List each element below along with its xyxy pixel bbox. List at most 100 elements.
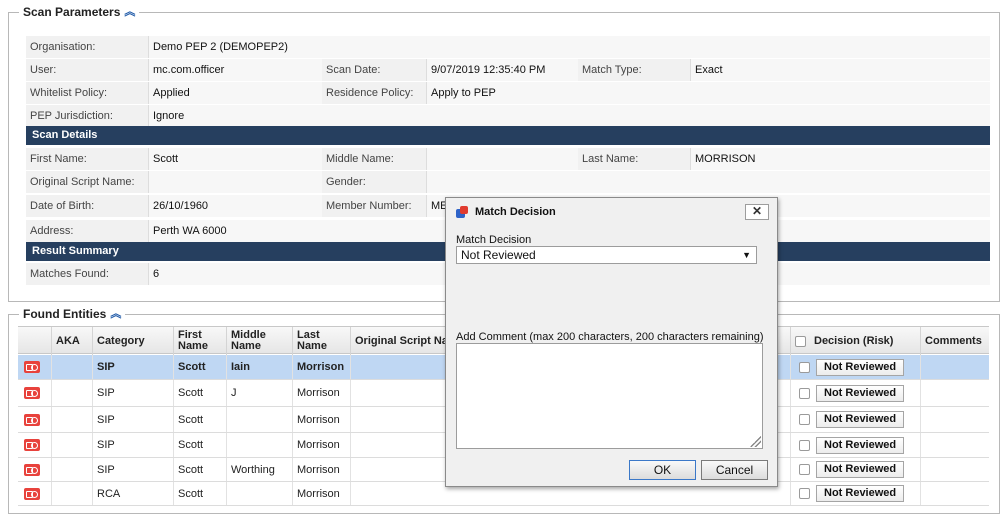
name-row: First Name: Scott Middle Name: Last Name… xyxy=(26,148,990,170)
middle-name-cell xyxy=(227,433,293,457)
last-name-cell: Morrison xyxy=(293,380,351,406)
decision-cell: Not Reviewed xyxy=(791,407,921,432)
dialog-title: Match Decision xyxy=(475,206,556,218)
whitelist-label: Whitelist Policy: xyxy=(30,87,108,99)
row-checkbox[interactable] xyxy=(799,414,810,425)
match-type-value: Exact xyxy=(690,59,990,81)
decision-column-label: Decision (Risk) xyxy=(814,334,894,347)
comment-textarea[interactable] xyxy=(456,343,763,449)
scan-date-label: Scan Date: xyxy=(326,64,381,76)
category-cell: SIP xyxy=(93,380,174,406)
decision-cell: Not Reviewed xyxy=(791,458,921,481)
entity-icon-cell xyxy=(18,482,52,505)
last-name-cell: Morrison xyxy=(293,482,351,505)
decision-button[interactable]: Not Reviewed xyxy=(816,358,905,376)
row-checkbox[interactable] xyxy=(799,361,810,373)
comments-cell[interactable] xyxy=(921,433,989,457)
entity-card-icon[interactable] xyxy=(24,463,40,476)
user-value: mc.com.officer xyxy=(148,59,322,81)
user-row: User: mc.com.officer Scan Date: 9/07/201… xyxy=(26,59,990,81)
middle-name-cell xyxy=(227,482,293,505)
decision-cell: Not Reviewed xyxy=(791,380,921,406)
first-name-label: First Name: xyxy=(30,153,87,165)
ok-button[interactable]: OK xyxy=(629,460,696,480)
comments-cell[interactable] xyxy=(921,407,989,432)
middle-name-cell: J xyxy=(227,380,293,406)
aka-column-header[interactable]: AKA xyxy=(52,327,93,355)
middle-name-label: Middle Name: xyxy=(326,153,394,165)
decision-cell: Not Reviewed xyxy=(791,482,921,505)
cancel-button[interactable]: Cancel xyxy=(701,460,768,480)
dropdown-arrow-icon: ▼ xyxy=(742,250,751,260)
dialog-title-bar[interactable]: Match Decision ✕ xyxy=(446,198,777,226)
entity-icon-cell xyxy=(18,355,52,379)
entity-card-icon[interactable] xyxy=(24,487,40,500)
entity-card-icon[interactable] xyxy=(24,439,40,451)
last-name-value: MORRISON xyxy=(690,148,990,170)
decision-button[interactable]: Not Reviewed xyxy=(816,485,905,502)
comments-column-header[interactable]: Comments xyxy=(921,327,989,355)
aka-cell xyxy=(52,407,93,432)
comments-cell[interactable] xyxy=(921,355,989,379)
found-entities-title: Found Entities xyxy=(23,307,107,321)
first-name-column-header[interactable]: First Name xyxy=(174,327,227,355)
matches-label: Matches Found: xyxy=(30,268,109,280)
category-cell: RCA xyxy=(93,482,174,505)
collapse-icon[interactable]: ︽ xyxy=(124,6,135,18)
organisation-label: Organisation: xyxy=(30,41,96,53)
category-cell: SIP xyxy=(93,355,174,379)
row-checkbox[interactable] xyxy=(799,439,810,451)
select-all-checkbox[interactable] xyxy=(795,335,806,347)
found-entities-legend[interactable]: Found Entities ︽ xyxy=(19,307,126,321)
category-cell: SIP xyxy=(93,433,174,457)
decision-cell: Not Reviewed xyxy=(791,355,921,379)
scan-details-header: Scan Details xyxy=(26,126,990,145)
script-gender-row: Original Script Name: Gender: xyxy=(26,171,990,193)
comments-cell[interactable] xyxy=(921,458,989,481)
middle-name-column-header[interactable]: Middle Name xyxy=(227,327,293,355)
entity-card-icon[interactable] xyxy=(24,361,40,373)
entity-card-icon[interactable] xyxy=(24,387,40,399)
match-decision-dialog: Match Decision ✕ Match Decision Not Revi… xyxy=(445,197,778,487)
last-name-column-header[interactable]: Last Name xyxy=(293,327,351,355)
aka-cell xyxy=(52,355,93,379)
pep-jurisdiction-row: PEP Jurisdiction: Ignore xyxy=(26,105,990,127)
row-checkbox[interactable] xyxy=(799,464,810,475)
comments-cell[interactable] xyxy=(921,482,989,505)
decision-column-header[interactable]: Decision (Risk) xyxy=(791,327,921,355)
residence-policy-value: Apply to PEP xyxy=(426,82,990,104)
collapse-icon[interactable]: ︽ xyxy=(110,308,121,320)
scan-parameters-legend[interactable]: Scan Parameters ︽ xyxy=(19,5,140,19)
first-name-cell: Scott xyxy=(174,433,227,457)
row-checkbox[interactable] xyxy=(799,387,810,399)
middle-name-cell: Worthing xyxy=(227,458,293,481)
close-button[interactable]: ✕ xyxy=(745,204,769,220)
row-checkbox[interactable] xyxy=(799,488,810,499)
entity-card-icon[interactable] xyxy=(24,413,40,426)
decision-button[interactable]: Not Reviewed xyxy=(816,384,905,402)
category-column-header[interactable]: Category xyxy=(93,327,174,355)
decision-cell: Not Reviewed xyxy=(791,433,921,457)
decision-label: Match Decision xyxy=(456,234,532,246)
decision-select[interactable]: Not Reviewed ▼ xyxy=(456,246,757,264)
middle-name-cell xyxy=(227,407,293,432)
first-name-cell: Scott xyxy=(174,407,227,432)
middle-name-value xyxy=(426,148,578,170)
entity-icon-cell xyxy=(18,433,52,457)
last-name-label: Last Name: xyxy=(582,153,639,165)
match-type-label: Match Type: xyxy=(582,64,642,76)
original-script-value xyxy=(148,171,322,193)
aka-cell xyxy=(52,458,93,481)
decision-button[interactable]: Not Reviewed xyxy=(816,411,905,428)
first-name-cell: Scott xyxy=(174,458,227,481)
last-name-cell: Morrison xyxy=(293,458,351,481)
entity-icon-cell xyxy=(18,458,52,481)
dob-value: 26/10/1960 xyxy=(148,195,322,217)
decision-button[interactable]: Not Reviewed xyxy=(816,436,905,454)
last-name-cell: Morrison xyxy=(293,433,351,457)
decision-button[interactable]: Not Reviewed xyxy=(816,461,905,478)
first-name-value: Scott xyxy=(148,148,322,170)
resize-grip-icon[interactable] xyxy=(750,436,761,447)
entity-icon-cell xyxy=(18,407,52,432)
comments-cell[interactable] xyxy=(921,380,989,406)
